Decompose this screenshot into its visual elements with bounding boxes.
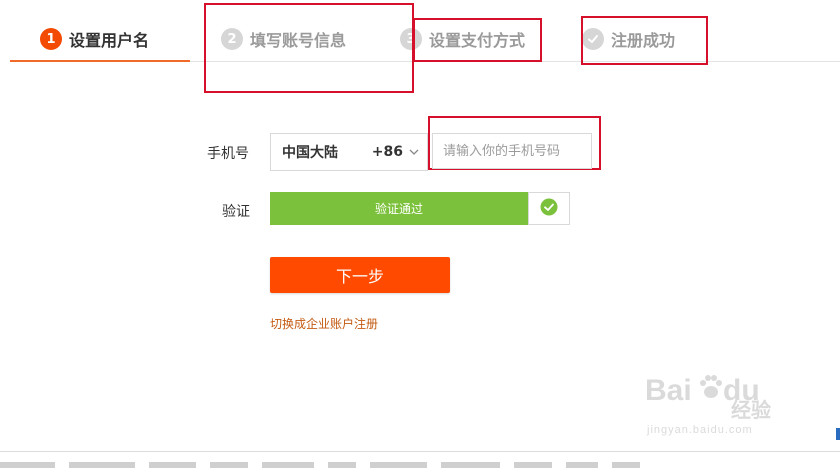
watermark-suffix: 经验 <box>731 400 771 422</box>
watermark-url: jingyan.baidu.com <box>647 424 753 436</box>
switch-enterprise-link[interactable]: 切换成企业账户注册 <box>270 315 378 332</box>
watermark-brand: Bai <box>645 374 692 407</box>
check-circle-icon <box>540 198 558 220</box>
step-label: 设置支付方式 <box>429 31 526 50</box>
footer-links-cropped <box>0 462 640 468</box>
step-label: 填写账号信息 <box>250 31 347 50</box>
phone-input[interactable] <box>432 133 592 169</box>
step-number-badge: 2 <box>221 28 243 50</box>
next-step-button[interactable]: 下一步 <box>270 257 450 293</box>
region-select[interactable]: 中国大陆 +86 <box>270 133 428 171</box>
active-step-underline <box>10 60 190 62</box>
page-edge-element <box>836 428 840 440</box>
paw-icon <box>700 375 722 398</box>
slider-verify-handle[interactable] <box>528 192 570 225</box>
check-icon <box>582 28 604 50</box>
baidu-jingyan-watermark: Bai du 经验 jingyan.baidu.com <box>645 372 775 444</box>
chevron-down-icon <box>409 144 419 160</box>
step-number-badge: 3 <box>400 28 422 50</box>
step-register-success: 注册成功 <box>582 24 675 54</box>
step-account-info: 2 填写账号信息 <box>221 24 346 54</box>
phone-label: 手机号 <box>207 146 249 162</box>
step-label: 注册成功 <box>611 31 676 50</box>
verify-label: 验证 <box>222 204 250 220</box>
footer-divider <box>0 451 840 452</box>
step-payment-method: 3 设置支付方式 <box>400 24 525 54</box>
region-code: +86 <box>371 144 403 160</box>
step-label: 设置用户名 <box>69 31 150 50</box>
region-name: 中国大陆 <box>282 145 338 161</box>
step-progress-bar: 1 设置用户名 2 填写账号信息 3 设置支付方式 注册成功 <box>0 0 840 62</box>
slider-verify-track: 验证通过 <box>270 192 528 225</box>
step-set-username: 1 设置用户名 <box>40 24 149 54</box>
verify-status-text: 验证通过 <box>374 202 423 216</box>
step-number-badge: 1 <box>40 28 62 50</box>
